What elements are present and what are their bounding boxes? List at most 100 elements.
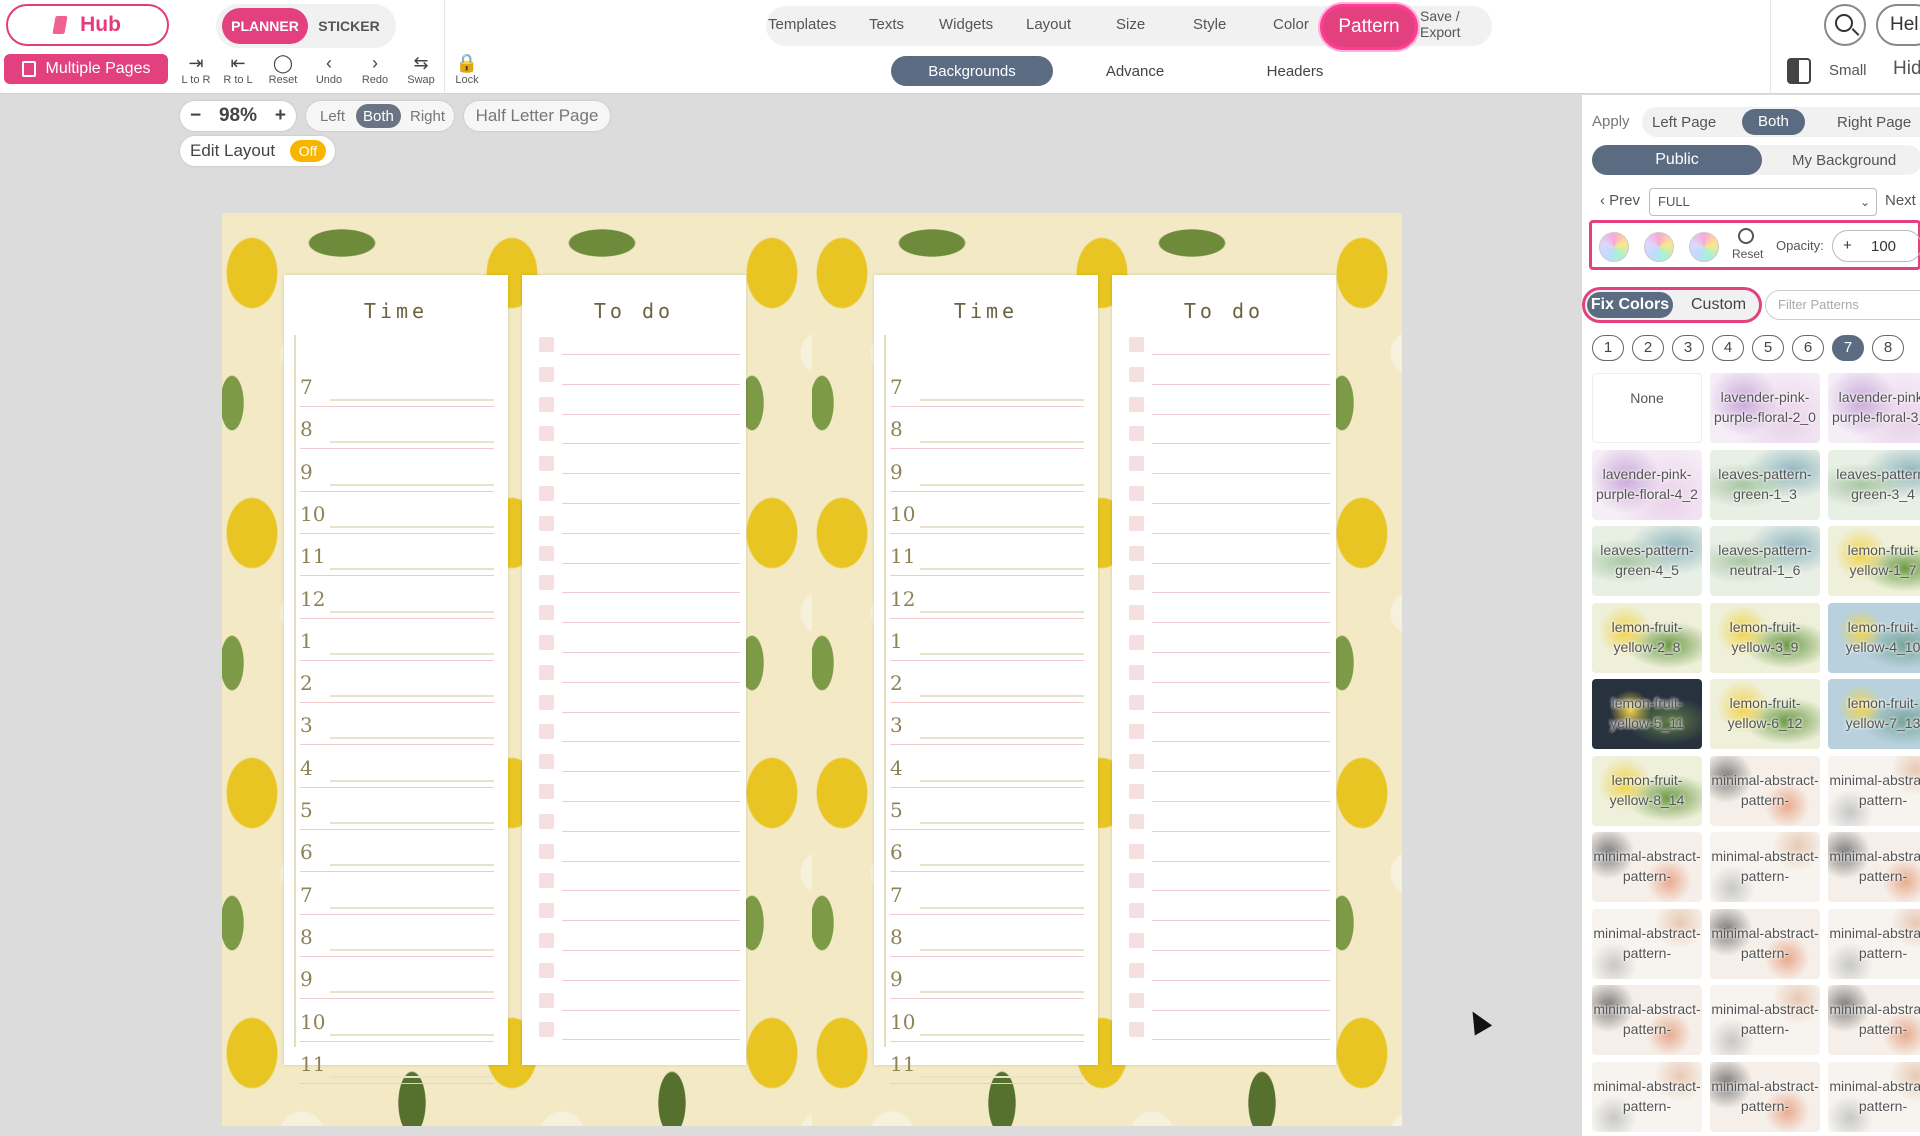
page-number-button[interactable]: 4 xyxy=(1712,335,1744,361)
todo-row[interactable] xyxy=(1124,956,1330,986)
apply-left-page[interactable]: Left Page xyxy=(1652,114,1716,131)
redo-button[interactable]: › Redo xyxy=(355,52,395,90)
zoom-in-button[interactable]: + xyxy=(275,105,286,127)
hour-row[interactable]: 2 xyxy=(300,661,500,704)
pattern-thumbnail[interactable]: lemon-fruit-yellow-1_7 xyxy=(1828,526,1920,596)
checkbox[interactable] xyxy=(1129,784,1144,799)
hour-row[interactable]: 6 xyxy=(300,830,500,873)
swap-button[interactable]: ⇆ Swap xyxy=(401,52,441,90)
pattern-thumbnail[interactable]: minimal-abstract-pattern- xyxy=(1828,1061,1920,1132)
hour-row[interactable]: 12 xyxy=(300,577,500,619)
todo-row[interactable] xyxy=(1124,747,1330,777)
todo-row[interactable] xyxy=(534,419,740,449)
todo-column[interactable]: To do xyxy=(522,275,746,1065)
pattern-thumbnail[interactable]: minimal-abstract-pattern- xyxy=(1828,985,1920,1055)
todo-row[interactable] xyxy=(1124,837,1330,867)
menu-templates[interactable]: Templates xyxy=(768,16,836,33)
todo-row[interactable] xyxy=(1124,360,1330,390)
edit-layout-toggle[interactable]: Edit Layout Off xyxy=(180,136,335,166)
hour-row[interactable]: 9 xyxy=(890,957,1090,1000)
pattern-thumbnail[interactable]: leaves-pattern-green-3_4 xyxy=(1828,449,1920,520)
lock-button[interactable]: 🔒 Lock xyxy=(447,52,487,90)
menu-pattern[interactable]: Pattern xyxy=(1320,4,1418,50)
checkbox[interactable] xyxy=(539,694,554,710)
checkbox[interactable] xyxy=(539,962,554,978)
opacity-input[interactable]: + 100 xyxy=(1832,230,1920,262)
hour-row[interactable]: 8 xyxy=(890,407,1090,450)
side-right[interactable]: Right xyxy=(410,108,445,125)
hour-row[interactable]: 11 xyxy=(890,1042,1090,1084)
todo-row[interactable] xyxy=(1124,509,1330,539)
page-number-button[interactable]: 1 xyxy=(1592,335,1624,361)
pattern-thumbnail[interactable]: lemon-fruit-yellow-2_8 xyxy=(1592,602,1702,673)
page-size-button[interactable]: Half Letter Page xyxy=(464,101,610,131)
checkbox[interactable] xyxy=(539,664,554,680)
todo-row[interactable] xyxy=(1124,390,1330,420)
todo-row[interactable] xyxy=(1124,1015,1330,1045)
todo-row[interactable] xyxy=(1124,777,1330,807)
checkbox[interactable] xyxy=(539,456,554,472)
todo-row[interactable] xyxy=(1124,688,1330,718)
pattern-thumbnail[interactable]: lemon-fruit-yellow-6_12 xyxy=(1710,679,1820,749)
checkbox[interactable] xyxy=(1129,545,1144,561)
pattern-thumbnail[interactable]: lemon-fruit-yellow-3_9 xyxy=(1710,602,1820,673)
opacity-plus[interactable]: + xyxy=(1843,237,1852,254)
gradient-swatch-3[interactable] xyxy=(1689,232,1719,262)
todo-row[interactable] xyxy=(534,986,740,1016)
todo-row[interactable] xyxy=(1124,866,1330,896)
checkbox[interactable] xyxy=(539,784,554,799)
pattern-thumbnail[interactable]: lavender-pink-purple-floral-4_2 xyxy=(1592,449,1702,520)
todo-row[interactable] xyxy=(1124,986,1330,1016)
prev-button[interactable]: ‹ Prev xyxy=(1600,192,1640,209)
checkbox[interactable] xyxy=(1129,873,1144,889)
todo-row[interactable] xyxy=(534,807,740,837)
checkbox[interactable] xyxy=(1129,992,1144,1008)
todo-row[interactable] xyxy=(1124,419,1330,449)
pattern-thumbnail[interactable]: minimal-abstract-pattern- xyxy=(1592,908,1702,979)
todo-row[interactable] xyxy=(534,539,740,569)
hour-row[interactable]: 11 xyxy=(300,534,500,577)
todo-row[interactable] xyxy=(534,390,740,420)
save-export-button[interactable]: Save / Export xyxy=(1420,8,1490,42)
todo-column[interactable]: To do xyxy=(1112,275,1336,1065)
tab-custom[interactable]: Custom xyxy=(1691,296,1746,314)
todo-row[interactable] xyxy=(1124,628,1330,658)
todo-row[interactable] xyxy=(534,926,740,956)
pattern-thumbnail[interactable]: minimal-abstract-pattern- xyxy=(1710,755,1820,826)
menu-style[interactable]: Style xyxy=(1193,16,1226,33)
reset-circle-icon[interactable] xyxy=(1738,228,1754,244)
reset-button[interactable]: ◯ Reset xyxy=(263,52,303,90)
pattern-thumbnail[interactable]: minimal-abstract-pattern- xyxy=(1710,985,1820,1055)
hour-row[interactable]: 8 xyxy=(890,915,1090,957)
page-number-button[interactable]: 6 xyxy=(1792,335,1824,361)
menu-widgets[interactable]: Widgets xyxy=(939,16,993,33)
todo-row[interactable] xyxy=(534,628,740,658)
todo-row[interactable] xyxy=(1124,926,1330,956)
panel-toggle-icon[interactable] xyxy=(1787,58,1811,84)
side-left[interactable]: Left xyxy=(320,108,345,125)
pattern-thumbnail[interactable]: minimal-abstract-pattern- xyxy=(1828,755,1920,826)
gradient-swatch-2[interactable] xyxy=(1644,232,1674,262)
hour-row[interactable]: 2 xyxy=(890,661,1090,704)
todo-row[interactable] xyxy=(534,956,740,986)
hour-row[interactable]: 8 xyxy=(300,407,500,450)
pattern-thumbnail[interactable]: minimal-abstract-pattern- xyxy=(1828,832,1920,902)
hour-row[interactable]: 8 xyxy=(300,915,500,957)
tab-advance[interactable]: Advance xyxy=(1090,56,1180,86)
tab-public[interactable]: Public xyxy=(1592,145,1762,175)
todo-row[interactable] xyxy=(534,1015,740,1045)
pattern-thumbnail[interactable]: lavender-pink-purple-floral-2_0 xyxy=(1710,373,1820,443)
checkbox[interactable] xyxy=(539,992,554,1008)
page-number-button[interactable]: 5 xyxy=(1752,335,1784,361)
hour-row[interactable]: 1 xyxy=(890,619,1090,661)
todo-row[interactable] xyxy=(1124,449,1330,479)
hour-row[interactable]: 10 xyxy=(300,492,500,534)
checkbox[interactable] xyxy=(539,933,554,948)
checkbox[interactable] xyxy=(1129,1022,1144,1038)
checkbox[interactable] xyxy=(539,754,554,770)
checkbox[interactable] xyxy=(1129,664,1144,680)
pattern-thumbnail[interactable]: leaves-pattern-neutral-1_6 xyxy=(1710,526,1820,596)
checkbox[interactable] xyxy=(539,426,554,442)
side-both[interactable]: Both xyxy=(356,104,401,128)
checkbox[interactable] xyxy=(539,724,554,740)
